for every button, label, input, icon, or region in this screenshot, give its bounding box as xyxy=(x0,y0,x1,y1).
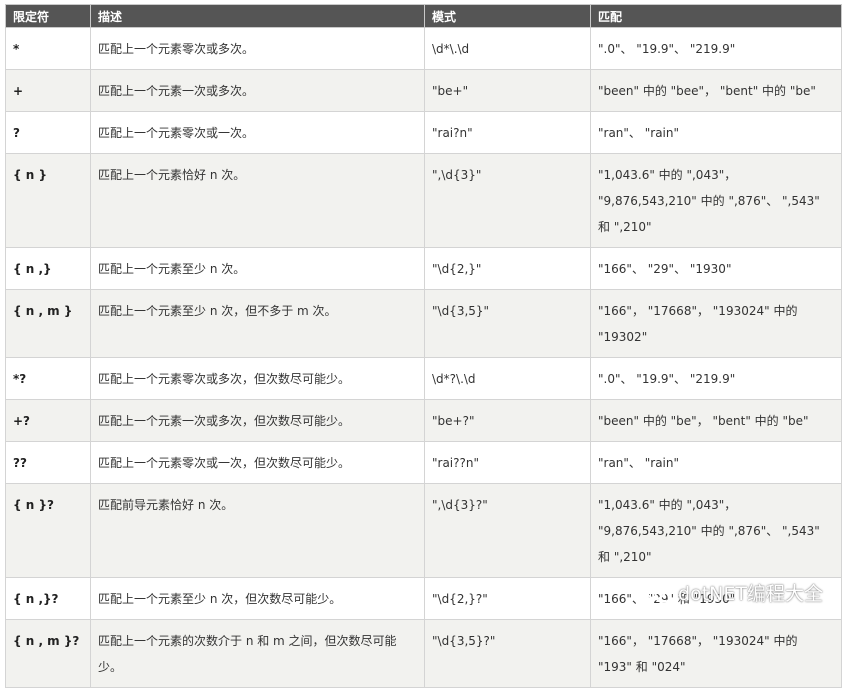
description-cell: 匹配上一个元素零次或一次。 xyxy=(90,111,425,154)
header-pattern: 模式 xyxy=(424,4,591,28)
description-cell: 匹配前导元素恰好 n 次。 xyxy=(90,483,425,578)
description-cell: 匹配上一个元素恰好 n 次。 xyxy=(90,153,425,248)
header-match: 匹配 xyxy=(590,4,842,28)
qualifier-cell: ? xyxy=(5,111,91,154)
match-cell: ".0"、 "19.9"、 "219.9" xyxy=(590,27,842,70)
description-cell: 匹配上一个元素的次数介于 n 和 m 之间，但次数尽可能少。 xyxy=(90,619,425,688)
pattern-cell: "be+" xyxy=(424,69,591,112)
description-cell: 匹配上一个元素一次或多次。 xyxy=(90,69,425,112)
pattern-cell: ",\d{3}?" xyxy=(424,483,591,578)
table-row: * 匹配上一个元素零次或多次。 \d*\.\d ".0"、 "19.9"、 "2… xyxy=(5,27,842,70)
description-cell: 匹配上一个元素至少 n 次。 xyxy=(90,247,425,290)
match-cell: "been" 中的 "bee"， "bent" 中的 "be" xyxy=(590,69,842,112)
qualifier-cell: { n ,}? xyxy=(5,577,91,620)
qualifier-cell: *? xyxy=(5,357,91,400)
match-cell: "166"， "17668"， "193024" 中的 "193" 和 "024… xyxy=(590,619,842,688)
table-row: +? 匹配上一个元素一次或多次，但次数尽可能少。 "be+?" "been" 中… xyxy=(5,399,842,442)
pattern-cell: "rai?n" xyxy=(424,111,591,154)
match-cell: ".0"、 "19.9"、 "219.9" xyxy=(590,357,842,400)
qualifier-cell: { n } xyxy=(5,153,91,248)
qualifier-cell: + xyxy=(5,69,91,112)
table-row: { n , m }? 匹配上一个元素的次数介于 n 和 m 之间，但次数尽可能少… xyxy=(5,619,842,688)
match-cell: "ran"、 "rain" xyxy=(590,111,842,154)
header-qualifier: 限定符 xyxy=(5,4,91,28)
qualifier-cell: * xyxy=(5,27,91,70)
header-description: 描述 xyxy=(90,4,425,28)
match-cell: "ran"、 "rain" xyxy=(590,441,842,484)
table-row: { n , m } 匹配上一个元素至少 n 次，但不多于 m 次。 "\d{3,… xyxy=(5,289,842,358)
match-cell: "1,043.6" 中的 ",043"， "9,876,543,210" 中的 … xyxy=(590,483,842,578)
pattern-cell: "rai??n" xyxy=(424,441,591,484)
description-cell: 匹配上一个元素至少 n 次，但不多于 m 次。 xyxy=(90,289,425,358)
table-row: ? 匹配上一个元素零次或一次。 "rai?n" "ran"、 "rain" xyxy=(5,111,842,154)
match-cell: "166"、 "29" 和 "1930" xyxy=(590,577,842,620)
qualifier-cell: +? xyxy=(5,399,91,442)
description-cell: 匹配上一个元素至少 n 次，但次数尽可能少。 xyxy=(90,577,425,620)
description-cell: 匹配上一个元素零次或多次。 xyxy=(90,27,425,70)
pattern-cell: \d*\.\d xyxy=(424,27,591,70)
table-row: { n ,}? 匹配上一个元素至少 n 次，但次数尽可能少。 "\d{2,}?"… xyxy=(5,577,842,620)
qualifier-cell: { n }? xyxy=(5,483,91,578)
pattern-cell: "\d{2,}?" xyxy=(424,577,591,620)
table-row: *? 匹配上一个元素零次或多次，但次数尽可能少。 \d*?\.\d ".0"、 … xyxy=(5,357,842,400)
match-cell: "166"， "17668"， "193024" 中的 "19302" xyxy=(590,289,842,358)
match-cell: "1,043.6" 中的 ",043"， "9,876,543,210" 中的 … xyxy=(590,153,842,248)
pattern-cell: ",\d{3}" xyxy=(424,153,591,248)
description-cell: 匹配上一个元素零次或多次，但次数尽可能少。 xyxy=(90,357,425,400)
pattern-cell: "be+?" xyxy=(424,399,591,442)
pattern-cell: "\d{2,}" xyxy=(424,247,591,290)
quantifier-table: 限定符 描述 模式 匹配 * 匹配上一个元素零次或多次。 \d*\.\d ".0… xyxy=(5,4,842,688)
pattern-cell: \d*?\.\d xyxy=(424,357,591,400)
qualifier-cell: { n , m } xyxy=(5,289,91,358)
pattern-cell: "\d{3,5}" xyxy=(424,289,591,358)
match-cell: "been" 中的 "be"， "bent" 中的 "be" xyxy=(590,399,842,442)
table-row: { n ,} 匹配上一个元素至少 n 次。 "\d{2,}" "166"、 "2… xyxy=(5,247,842,290)
table-row: { n } 匹配上一个元素恰好 n 次。 ",\d{3}" "1,043.6" … xyxy=(5,153,842,248)
description-cell: 匹配上一个元素一次或多次，但次数尽可能少。 xyxy=(90,399,425,442)
qualifier-cell: { n ,} xyxy=(5,247,91,290)
table-row: { n }? 匹配前导元素恰好 n 次。 ",\d{3}?" "1,043.6"… xyxy=(5,483,842,578)
match-cell: "166"、 "29"、 "1930" xyxy=(590,247,842,290)
pattern-cell: "\d{3,5}?" xyxy=(424,619,591,688)
description-cell: 匹配上一个元素零次或一次，但次数尽可能少。 xyxy=(90,441,425,484)
qualifier-cell: ?? xyxy=(5,441,91,484)
table-row: + 匹配上一个元素一次或多次。 "be+" "been" 中的 "bee"， "… xyxy=(5,69,842,112)
table-header-row: 限定符 描述 模式 匹配 xyxy=(5,4,842,28)
table-row: ?? 匹配上一个元素零次或一次，但次数尽可能少。 "rai??n" "ran"、… xyxy=(5,441,842,484)
qualifier-cell: { n , m }? xyxy=(5,619,91,688)
quantifier-table-container: 限定符 描述 模式 匹配 * 匹配上一个元素零次或多次。 \d*\.\d ".0… xyxy=(5,4,842,688)
